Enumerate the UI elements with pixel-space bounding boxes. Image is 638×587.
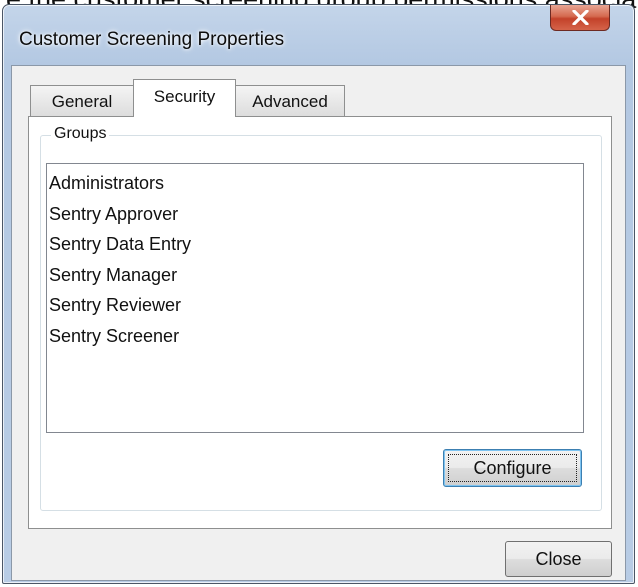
configure-button[interactable]: Configure bbox=[443, 449, 582, 487]
properties-dialog: Customer Screening Properties General Se… bbox=[2, 4, 635, 584]
tab-security[interactable]: Security bbox=[133, 79, 236, 117]
tab-security-label: Security bbox=[153, 87, 216, 106]
list-item[interactable]: Sentry Manager bbox=[47, 260, 583, 291]
list-item[interactable]: Administrators bbox=[47, 168, 583, 199]
window-title: Customer Screening Properties bbox=[19, 29, 285, 50]
tab-general[interactable]: General bbox=[30, 85, 134, 117]
groups-label: Groups bbox=[51, 125, 110, 143]
groups-listbox[interactable]: Administrators Sentry Approver Sentry Da… bbox=[46, 163, 584, 433]
window-close-button[interactable] bbox=[550, 5, 610, 31]
tab-advanced[interactable]: Advanced bbox=[235, 85, 345, 117]
close-button-label: Close bbox=[535, 549, 582, 569]
tab-general-label: General bbox=[51, 92, 113, 111]
configure-button-label: Configure bbox=[473, 458, 552, 478]
list-item[interactable]: Sentry Screener bbox=[47, 321, 583, 352]
list-item[interactable]: Sentry Data Entry bbox=[47, 229, 583, 260]
x-icon bbox=[572, 10, 589, 25]
list-item[interactable]: Sentry Approver bbox=[47, 199, 583, 230]
tab-advanced-label: Advanced bbox=[252, 92, 328, 111]
security-tab-panel: Groups Administrators Sentry Approver Se… bbox=[28, 116, 612, 529]
dialog-client-area: General Security Advanced Groups Adminis… bbox=[11, 65, 626, 581]
list-item[interactable]: Sentry Reviewer bbox=[47, 290, 583, 321]
close-button[interactable]: Close bbox=[505, 541, 612, 577]
